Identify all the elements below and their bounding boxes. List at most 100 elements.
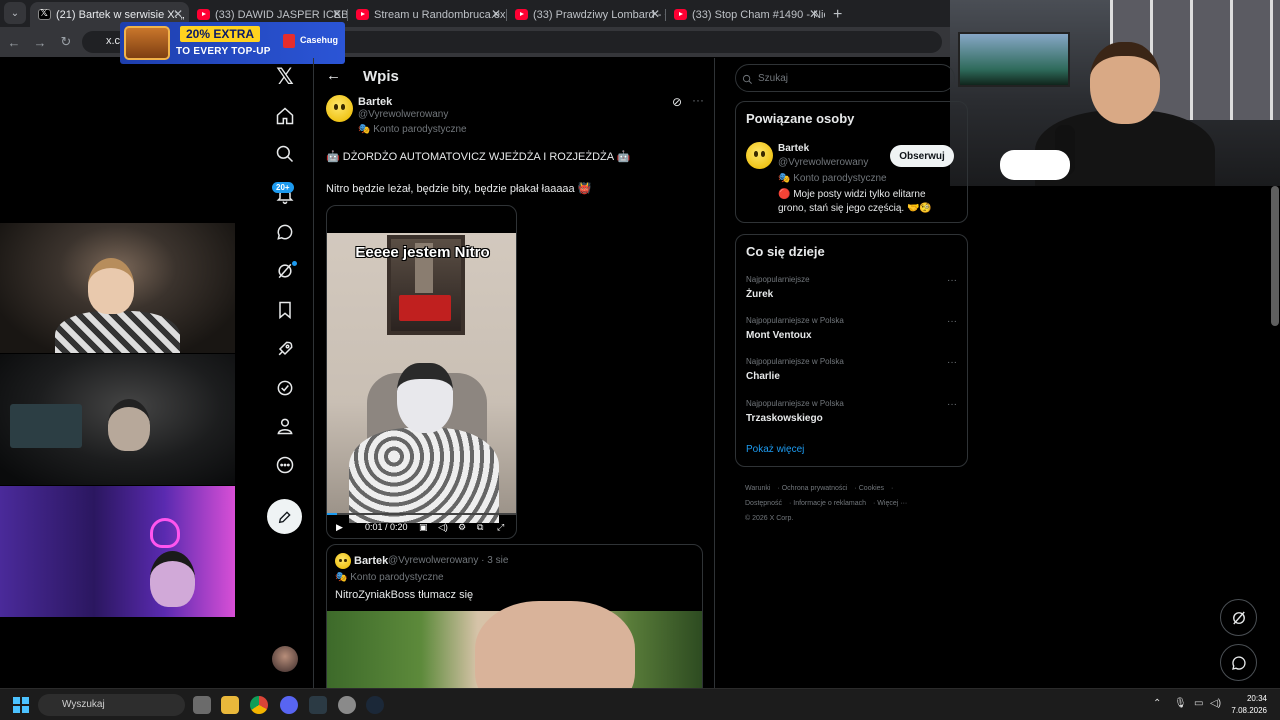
fullscreen-icon[interactable]: ⤢ xyxy=(497,522,504,533)
post-more-icon[interactable]: ··· xyxy=(692,93,704,107)
ad-brand: Casehug xyxy=(300,35,339,45)
trend-item[interactable]: Najpopularniejsze w Polska Trzaskowskieg… xyxy=(746,399,961,435)
xbox-app-icon[interactable] xyxy=(309,696,327,714)
video-frame xyxy=(327,233,516,523)
quoted-parody-label: 🎭 Konto parodystyczne xyxy=(335,572,444,583)
close-tab-icon[interactable]: ✕ xyxy=(173,7,183,21)
author-name[interactable]: Bartek xyxy=(358,96,392,108)
back-arrow-icon[interactable]: ← xyxy=(2,35,26,50)
footer-cookies-link[interactable]: Cookies xyxy=(859,485,884,492)
play-icon[interactable]: ▶ xyxy=(336,522,343,533)
grok-new-dot xyxy=(292,261,297,266)
trend-name: Charlie xyxy=(746,371,780,382)
task-view-icon[interactable] xyxy=(193,696,211,714)
steam-icon[interactable] xyxy=(366,696,384,714)
forward-arrow-icon[interactable]: → xyxy=(28,35,52,50)
profile-icon[interactable] xyxy=(274,415,296,437)
video-player[interactable]: Eeeee jestem Nitro ▶ 0:01 / 0:20 ▣ ◁) ⚙ … xyxy=(326,205,517,539)
browser-tab-4[interactable]: (33) Prawdziwy Lombard - Odc ✕ xyxy=(507,2,666,27)
settings-gear-icon[interactable]: ⚙ xyxy=(458,522,466,533)
x-logo-icon[interactable]: 𝕏 xyxy=(274,64,296,89)
taskbar-search[interactable]: Wyszukaj xyxy=(38,694,185,716)
treasure-chest-icon xyxy=(124,26,170,60)
search-input[interactable]: Szukaj xyxy=(735,64,955,92)
network-icon[interactable]: ▭ xyxy=(1194,698,1203,709)
explore-search-icon[interactable] xyxy=(274,143,296,165)
volume-icon[interactable]: ◁) xyxy=(1210,698,1221,709)
show-more-link[interactable]: Pokaż więcej xyxy=(746,444,804,455)
video-progress-bar[interactable] xyxy=(327,513,516,515)
browser-tab-3[interactable]: Stream u Randombruca.exe - Y ✕ xyxy=(348,2,507,27)
new-tab-plus-icon[interactable]: + xyxy=(825,6,850,27)
more-options-icon[interactable] xyxy=(274,454,296,476)
streamer-head xyxy=(150,551,195,607)
related-people-card: Powiązane osoby Bartek @Vyrewolwerowany … xyxy=(735,101,968,223)
follow-button[interactable]: Obserwuj xyxy=(890,145,954,167)
compose-post-button[interactable] xyxy=(267,499,302,534)
related-handle[interactable]: @Vyrewolwerowany xyxy=(778,157,868,168)
close-tab-icon[interactable]: ✕ xyxy=(650,7,660,21)
quoted-post-text: NitroZyniakBoss tłumacz się xyxy=(335,589,474,601)
rocket-icon[interactable] xyxy=(274,338,296,360)
home-icon[interactable] xyxy=(274,105,296,127)
trend-name: Mont Ventoux xyxy=(746,330,812,341)
chrome-icon[interactable] xyxy=(250,696,268,714)
streamer-head xyxy=(1090,42,1160,124)
file-explorer-icon[interactable] xyxy=(221,696,239,714)
chat-bubble-icon xyxy=(1231,655,1246,670)
ad-banner[interactable]: 20% EXTRA TO EVERY TOP-UP Casehug xyxy=(120,22,345,64)
quoted-post[interactable]: Bartek @Vyrewolwerowany · 3 sie 🎭 Konto … xyxy=(326,544,703,688)
video-time: 0:01 / 0:20 xyxy=(365,522,408,532)
column-divider xyxy=(714,58,715,688)
compose-pen-icon xyxy=(278,510,291,523)
pip-icon[interactable]: ⧉ xyxy=(477,522,483,533)
trend-item[interactable]: Najpopularniejsze w Polska Mont Ventoux … xyxy=(746,316,961,352)
tab-search-button[interactable]: ⌄ xyxy=(4,2,26,24)
trend-more-icon[interactable]: ··· xyxy=(947,275,957,286)
face-closeup xyxy=(475,601,635,688)
bookmarks-icon[interactable] xyxy=(274,299,296,321)
grok-floating-button[interactable] xyxy=(1220,599,1257,636)
page-scrollbar[interactable] xyxy=(1271,186,1279,326)
trend-more-icon[interactable]: ··· xyxy=(947,357,957,368)
footer-terms-link[interactable]: Warunki xyxy=(745,485,770,492)
x-favicon-icon xyxy=(38,8,51,20)
messages-floating-button[interactable] xyxy=(1220,644,1257,681)
volume-icon[interactable]: ◁) xyxy=(438,522,448,533)
streamer-head xyxy=(88,258,134,314)
trend-more-icon[interactable]: ··· xyxy=(947,316,957,327)
related-avatar[interactable] xyxy=(746,142,773,169)
discord-icon[interactable] xyxy=(280,696,298,714)
microphone-icon[interactable]: 🎙 xyxy=(1174,698,1187,709)
author-avatar[interactable] xyxy=(326,95,353,122)
related-bio: 🔴 Moje posty widzi tylko elitarne grono,… xyxy=(778,189,932,214)
verified-check-icon[interactable] xyxy=(274,377,296,399)
close-tab-icon[interactable]: ✕ xyxy=(332,7,342,21)
trend-item[interactable]: Najpopularniejsze Żurek ··· xyxy=(746,275,961,311)
video-caption: Eeeee jestem Nitro xyxy=(355,244,490,261)
footer-ads-link[interactable]: Informacje o reklamach xyxy=(793,500,866,507)
browser-tab-5[interactable]: (33) Stop Cham #1490 - Niebe ✕ xyxy=(666,2,825,27)
windows-start-icon[interactable] xyxy=(13,697,29,713)
footer-accessibility-link[interactable]: Dostępność xyxy=(745,500,782,507)
quoted-author-handle: @Vyrewolwerowany · 3 sie xyxy=(388,555,509,566)
close-tab-icon[interactable]: ✕ xyxy=(809,7,819,21)
messages-icon[interactable] xyxy=(274,221,296,243)
trend-name: Żurek xyxy=(746,289,774,300)
back-arrow-icon[interactable]: ← xyxy=(326,67,341,84)
footer-more-link[interactable]: Więcej ··· xyxy=(877,500,907,507)
footer-privacy-link[interactable]: Ochrona prywatności xyxy=(782,485,848,492)
trend-item[interactable]: Najpopularniejsze w Polska Charlie ··· xyxy=(746,357,961,393)
obs-icon[interactable] xyxy=(338,696,356,714)
grok-explain-icon[interactable]: ⊘ xyxy=(672,95,682,109)
trend-more-icon[interactable]: ··· xyxy=(947,399,957,410)
captions-icon[interactable]: ▣ xyxy=(419,522,428,533)
clock[interactable]: 20:34 7.08.2026 xyxy=(1227,693,1267,717)
author-handle[interactable]: @Vyrewolwerowany xyxy=(358,109,448,120)
tray-chevron-icon[interactable]: ⌃ xyxy=(1153,698,1161,709)
webcam-feed-2 xyxy=(0,354,235,485)
account-avatar[interactable] xyxy=(272,646,298,672)
reload-icon[interactable]: ↻ xyxy=(54,34,78,50)
related-name[interactable]: Bartek xyxy=(778,143,809,154)
close-tab-icon[interactable]: ✕ xyxy=(491,7,501,21)
